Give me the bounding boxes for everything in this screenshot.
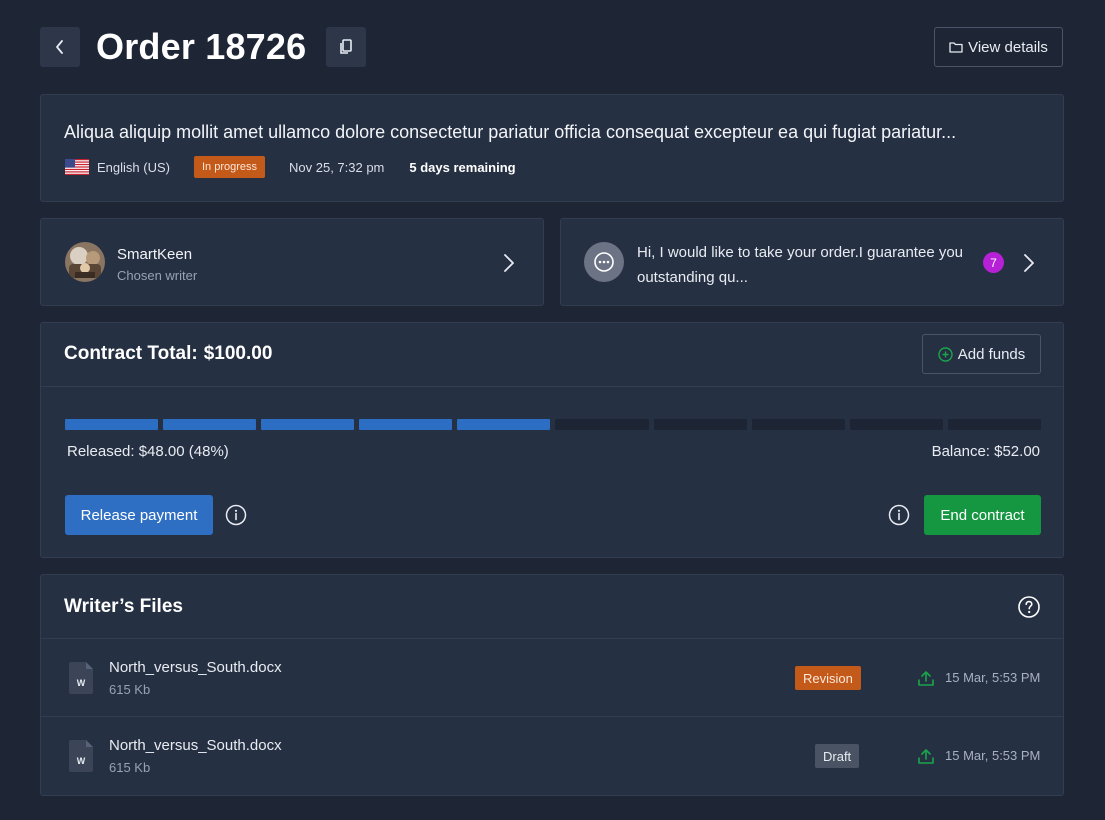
file-status-tag: Revision [795, 666, 861, 690]
back-button[interactable] [40, 27, 80, 67]
info-icon[interactable] [888, 504, 910, 526]
copy-icon [340, 39, 352, 54]
writer-role: Chosen writer [117, 268, 198, 283]
svg-text:W: W [77, 678, 86, 688]
progress-segment-filled [163, 419, 257, 430]
folder-icon [949, 42, 963, 53]
contract-header: Contract Total: $100.00 Add funds [41, 323, 1063, 387]
message-preview: Hi, I would like to take your order.I gu… [637, 244, 964, 286]
view-details-button[interactable]: View details [934, 27, 1063, 67]
avatar [65, 242, 105, 282]
file-name: North_versus_South.docx [109, 737, 282, 754]
file-size: 615 Kb [109, 760, 151, 775]
chevron-left-icon [56, 40, 63, 54]
upload-icon[interactable] [917, 669, 935, 687]
status-badge: In progress [193, 156, 265, 178]
upload-icon[interactable] [917, 747, 935, 765]
contract-total: Contract Total: $100.00 [64, 343, 272, 365]
files-header: Writer’s Files [41, 575, 1063, 639]
chevron-right-icon [504, 254, 514, 272]
file-row[interactable]: W North_versus_South.docx 615 Kb Revisio… [41, 639, 1063, 717]
progress-segment-filled [359, 419, 453, 430]
copy-order-button[interactable] [326, 27, 366, 67]
order-date: Nov 25, 7:32 pm [289, 159, 385, 175]
file-timestamp: 15 Mar, 5:53 PM [945, 670, 1041, 685]
order-meta: English (US) In progress Nov 25, 7:32 pm… [65, 155, 516, 179]
writer-files-card: Writer’s Files W North_versus_South.docx… [40, 574, 1064, 796]
info-icon[interactable] [225, 504, 247, 526]
chevron-right-icon [1024, 254, 1034, 272]
progress-segment-empty [947, 419, 1041, 430]
file-status-tag: Draft [815, 744, 860, 768]
progress-segment-empty [849, 419, 943, 430]
file-name: North_versus_South.docx [109, 659, 282, 676]
end-contract-button[interactable]: End contract [924, 495, 1041, 535]
file-size: 615 Kb [109, 682, 151, 697]
view-details-label: View details [968, 38, 1048, 56]
contract-total-amount: $100.00 [203, 343, 273, 364]
latest-message-card[interactable]: Hi, I would like to take your order.I gu… [560, 218, 1064, 306]
contract-card: Contract Total: $100.00 Add funds Release… [40, 322, 1064, 558]
chosen-writer-card[interactable]: SmartKeen Chosen writer [40, 218, 544, 306]
progress-segment-filled [457, 419, 551, 430]
files-title: Writer’s Files [64, 596, 183, 617]
progress-segment-filled [261, 419, 355, 430]
order-summary-card: Aliqua aliquip mollit amet ullamco dolor… [40, 94, 1064, 202]
order-description: Aliqua aliquip mollit amet ullamco dolor… [64, 122, 957, 142]
progress-segment-empty [653, 419, 747, 430]
progress-segment-filled [65, 419, 159, 430]
progress-segment-empty [751, 419, 845, 430]
payment-progress-bar [65, 419, 1041, 430]
release-payment-button[interactable]: Release payment [65, 495, 213, 535]
contract-total-label: Contract Total: [64, 343, 198, 364]
balance-amount: Balance: $52.00 [931, 443, 1040, 460]
us-flag-icon [65, 159, 89, 175]
question-circle-icon[interactable] [1017, 595, 1041, 619]
progress-segment-empty [555, 419, 649, 430]
svg-text:W: W [77, 756, 86, 766]
file-timestamp: 15 Mar, 5:53 PM [945, 748, 1041, 763]
unread-count-badge: 7 [983, 252, 1004, 273]
page-title: Order 18726 [96, 26, 307, 67]
language-label: English (US) [97, 159, 170, 175]
word-document-icon: W [69, 740, 93, 772]
add-funds-label: Add funds [957, 345, 1026, 363]
file-row[interactable]: W North_versus_South.docx 615 Kb Draft 1… [41, 717, 1063, 795]
word-document-icon: W [69, 662, 93, 694]
released-amount: Released: $48.00 (48%) [67, 443, 229, 460]
add-funds-button[interactable]: Add funds [922, 334, 1041, 374]
chat-bubble-icon [584, 242, 624, 282]
plus-circle-icon [938, 346, 953, 362]
writer-name: SmartKeen [117, 246, 193, 263]
time-remaining: 5 days remaining [409, 159, 516, 175]
